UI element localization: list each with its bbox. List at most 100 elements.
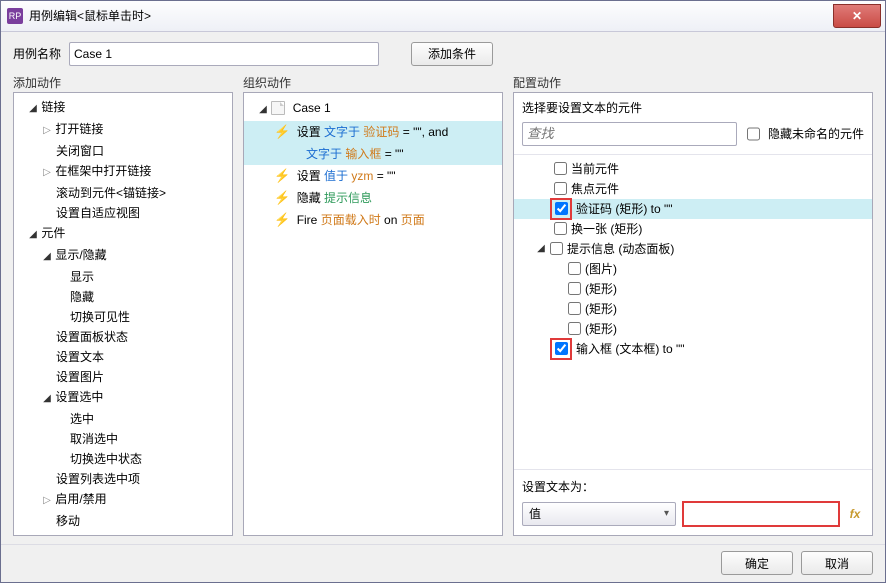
case-action-hide[interactable]: 隐藏 提示信息 bbox=[244, 187, 502, 209]
chevron-down-icon: ▾ bbox=[664, 508, 669, 519]
widget-img[interactable]: (图片) bbox=[514, 259, 872, 279]
dialog-body: 用例名称 添加条件 添加动作 链接 打开链接 关闭窗口 在框架中打开链接 滚动到… bbox=[1, 32, 885, 544]
action-toggle-visibility[interactable]: 切换可见性 bbox=[14, 307, 232, 327]
col3-header: 配置动作 bbox=[513, 74, 873, 92]
expand-icon[interactable] bbox=[258, 100, 268, 120]
fx-button[interactable]: fx bbox=[846, 507, 864, 521]
set-text-label: 设置文本为： bbox=[522, 478, 864, 495]
widget-tree: 当前元件 焦点元件 验证码 (矩形) to "" 换一张 (矩形) 提示信息 (… bbox=[514, 154, 872, 469]
widget-checkbox[interactable] bbox=[555, 342, 568, 355]
group-link[interactable]: 链接 bbox=[14, 97, 232, 119]
widget-checkbox[interactable] bbox=[568, 322, 581, 335]
ok-button[interactable]: 确定 bbox=[721, 551, 793, 575]
expand-icon[interactable] bbox=[42, 491, 52, 511]
case-panel: Case 1 设置 文字于 验证码 = "", and 文字于 输入框 = "" bbox=[243, 92, 503, 536]
add-actions-col: 添加动作 链接 打开链接 关闭窗口 在框架中打开链接 滚动到元件<锚链接> 设置… bbox=[13, 74, 233, 536]
expand-icon[interactable] bbox=[42, 247, 52, 267]
add-condition-button[interactable]: 添加条件 bbox=[411, 42, 493, 66]
dialog-window: RP 用例编辑<鼠标单击时> ✕ 用例名称 添加条件 添加动作 链接 打开链接 … bbox=[0, 0, 886, 583]
search-row: 隐藏未命名的元件 bbox=[514, 120, 872, 154]
action-select[interactable]: 选中 bbox=[14, 409, 232, 429]
expand-icon[interactable] bbox=[28, 99, 38, 119]
col1-header: 添加动作 bbox=[13, 74, 233, 92]
configure-col: 配置动作 选择要设置文本的元件 隐藏未命名的元件 当前元件 焦点元件 验证码 (… bbox=[513, 74, 873, 536]
action-open-frame[interactable]: 在框架中打开链接 bbox=[14, 161, 232, 183]
action-show[interactable]: 显示 bbox=[14, 267, 232, 287]
hide-unnamed-toggle[interactable]: 隐藏未命名的元件 bbox=[743, 120, 864, 148]
columns: 添加动作 链接 打开链接 关闭窗口 在框架中打开链接 滚动到元件<锚链接> 设置… bbox=[13, 74, 873, 536]
action-set-text[interactable]: 设置文本 bbox=[14, 347, 232, 367]
widget-checkbox[interactable] bbox=[550, 242, 563, 255]
widget-rect2[interactable]: (矩形) bbox=[514, 299, 872, 319]
bolt-icon bbox=[275, 213, 289, 227]
window-title: 用例编辑<鼠标单击时> bbox=[29, 7, 151, 24]
widget-next[interactable]: 换一张 (矩形) bbox=[514, 219, 872, 239]
expand-icon[interactable] bbox=[28, 225, 38, 245]
action-toggle-select[interactable]: 切换选中状态 bbox=[14, 449, 232, 469]
widget-checkbox[interactable] bbox=[568, 302, 581, 315]
group-set-selected[interactable]: 设置选中 bbox=[14, 387, 232, 409]
case-action-set-value[interactable]: 设置 值于 yzm = "" bbox=[244, 165, 502, 187]
widget-rect3[interactable]: (矩形) bbox=[514, 319, 872, 339]
widget-checkbox[interactable] bbox=[568, 262, 581, 275]
widget-checkbox[interactable] bbox=[554, 222, 567, 235]
page-icon bbox=[271, 101, 285, 115]
hide-unnamed-checkbox[interactable] bbox=[747, 123, 760, 145]
action-set-list-selected[interactable]: 设置列表选中项 bbox=[14, 469, 232, 489]
group-enable[interactable]: 启用/禁用 bbox=[14, 489, 232, 511]
action-scroll-anchor[interactable]: 滚动到元件<锚链接> bbox=[14, 183, 232, 203]
group-showhide[interactable]: 显示/隐藏 bbox=[14, 245, 232, 267]
case-action-set-text-line2[interactable]: 文字于 输入框 = "" bbox=[244, 143, 502, 165]
widget-tip-group[interactable]: 提示信息 (动态面板) bbox=[514, 239, 872, 259]
organize-actions-col: 组织动作 Case 1 设置 文字于 验证码 = "", and bbox=[243, 74, 503, 536]
bolt-icon bbox=[275, 125, 289, 139]
widget-checkbox[interactable] bbox=[554, 182, 567, 195]
add-actions-panel: 链接 打开链接 关闭窗口 在框架中打开链接 滚动到元件<锚链接> 设置自适应视图… bbox=[13, 92, 233, 536]
cancel-button[interactable]: 取消 bbox=[801, 551, 873, 575]
col2-header: 组织动作 bbox=[243, 74, 503, 92]
case-tree: Case 1 设置 文字于 验证码 = "", and 文字于 输入框 = "" bbox=[244, 93, 502, 235]
widget-checkbox[interactable] bbox=[555, 202, 568, 215]
expand-icon[interactable] bbox=[536, 243, 546, 254]
widget-checkbox[interactable] bbox=[554, 162, 567, 175]
expand-icon[interactable] bbox=[42, 389, 52, 409]
action-deselect[interactable]: 取消选中 bbox=[14, 429, 232, 449]
name-row: 用例名称 添加条件 bbox=[13, 42, 873, 66]
configure-panel: 选择要设置文本的元件 隐藏未命名的元件 当前元件 焦点元件 验证码 (矩形) t… bbox=[513, 92, 873, 536]
value-type-select[interactable]: 值 ▾ bbox=[522, 502, 676, 526]
value-text-input[interactable] bbox=[682, 501, 840, 527]
highlight-box bbox=[550, 338, 572, 360]
widget-rect1[interactable]: (矩形) bbox=[514, 279, 872, 299]
case-action-fire[interactable]: Fire 页面载入时 on 页面 bbox=[244, 209, 502, 231]
actions-tree: 链接 打开链接 关闭窗口 在框架中打开链接 滚动到元件<锚链接> 设置自适应视图… bbox=[14, 93, 232, 535]
widget-focus[interactable]: 焦点元件 bbox=[514, 179, 872, 199]
widget-yzm[interactable]: 验证码 (矩形) to "" bbox=[514, 199, 872, 219]
expand-icon[interactable] bbox=[42, 163, 52, 183]
action-hide[interactable]: 隐藏 bbox=[14, 287, 232, 307]
case-name-label: 用例名称 bbox=[13, 45, 61, 62]
close-button[interactable]: ✕ bbox=[833, 4, 881, 28]
action-panel-state[interactable]: 设置面板状态 bbox=[14, 327, 232, 347]
expand-icon[interactable] bbox=[42, 121, 52, 141]
action-close-window[interactable]: 关闭窗口 bbox=[14, 141, 232, 161]
case-root[interactable]: Case 1 bbox=[244, 97, 502, 121]
value-row: 值 ▾ fx bbox=[522, 501, 864, 527]
title-bar: RP 用例编辑<鼠标单击时> ✕ bbox=[1, 1, 885, 32]
widget-search-input[interactable] bbox=[522, 122, 737, 146]
action-adaptive-view[interactable]: 设置自适应视图 bbox=[14, 203, 232, 223]
widget-input[interactable]: 输入框 (文本框) to "" bbox=[514, 339, 872, 359]
action-move[interactable]: 移动 bbox=[14, 511, 232, 531]
set-text-box: 设置文本为： 值 ▾ fx bbox=[514, 469, 872, 535]
widget-current[interactable]: 当前元件 bbox=[514, 159, 872, 179]
case-name-input[interactable] bbox=[69, 42, 379, 66]
dialog-footer: 确定 取消 bbox=[1, 544, 885, 582]
case-action-set-text[interactable]: 设置 文字于 验证码 = "", and bbox=[244, 121, 502, 143]
highlight-box bbox=[550, 198, 572, 220]
action-open-link[interactable]: 打开链接 bbox=[14, 119, 232, 141]
bolt-icon bbox=[275, 191, 289, 205]
action-set-image[interactable]: 设置图片 bbox=[14, 367, 232, 387]
bolt-icon bbox=[275, 169, 289, 183]
group-widget[interactable]: 元件 bbox=[14, 223, 232, 245]
widget-checkbox[interactable] bbox=[568, 282, 581, 295]
app-icon: RP bbox=[7, 8, 23, 24]
